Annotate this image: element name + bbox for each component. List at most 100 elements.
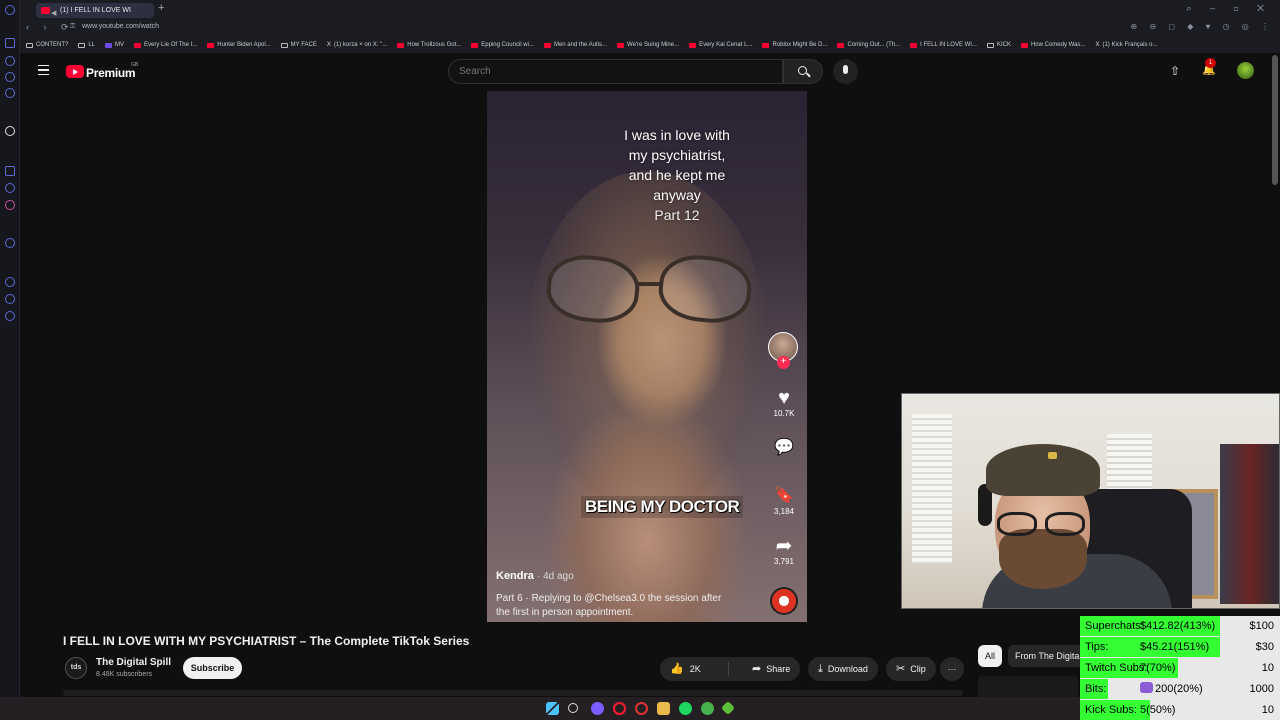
voice-search-button[interactable]: [833, 59, 858, 84]
bookmark-item[interactable]: CONTENT?: [26, 42, 68, 48]
url-field[interactable]: www.youtube.com/watch: [82, 23, 159, 30]
more-actions-button[interactable]: ···: [940, 657, 964, 681]
messenger-app-icon[interactable]: [5, 183, 15, 193]
new-tab-button[interactable]: +: [158, 2, 164, 14]
clip-button[interactable]: ✂ Clip: [886, 657, 936, 681]
bookmark-label: Epping Council wi...: [481, 42, 534, 48]
bookmark-item[interactable]: Coming Out... (Th...: [837, 42, 900, 48]
menu-icon[interactable]: [38, 65, 49, 75]
obs-icon[interactable]: [635, 702, 648, 715]
more-icon: ···: [947, 664, 957, 674]
video-player[interactable]: I was in love with my psychiatrist, and …: [487, 91, 807, 622]
aria-icon[interactable]: [5, 126, 15, 136]
bookmark-item[interactable]: How Comedy Was...: [1020, 42, 1086, 48]
instagram-icon[interactable]: [5, 200, 15, 210]
settings-icon[interactable]: [5, 311, 15, 321]
bookmark-label: KICK: [996, 42, 1011, 48]
home-icon[interactable]: [5, 38, 15, 48]
like-count: 2K: [689, 664, 701, 674]
upload-icon[interactable]: ⇧: [1170, 64, 1180, 78]
window-controls[interactable]: ⌕ – ◻ ✕: [1186, 3, 1272, 14]
xbox-icon[interactable]: [701, 702, 714, 715]
donation-row: Superchats: $412.82(413%) $100: [1080, 616, 1280, 636]
taskbar-search-icon[interactable]: [568, 703, 578, 713]
bookmark-item[interactable]: Every Kai Cenat L...: [689, 42, 752, 48]
messenger-icon[interactable]: [5, 72, 15, 82]
lock-icon[interactable]: ⚿: [70, 23, 75, 31]
music-disc-icon: [770, 587, 798, 615]
bookmark-label: Hunter Biden Apol...: [217, 42, 271, 48]
app-icon-1[interactable]: [591, 702, 604, 715]
purple-icon: [105, 42, 113, 48]
notification-badge: 1: [1205, 58, 1216, 68]
tiktok-like: ♥ 10.7K: [767, 387, 801, 418]
speaker-icon[interactable]: ◀: [51, 6, 56, 18]
app-icon-green[interactable]: [720, 700, 736, 716]
opera-icon[interactable]: [613, 702, 626, 715]
bookmarks-icon[interactable]: [5, 88, 15, 98]
bookmark-item[interactable]: Epping Council wi...: [471, 42, 534, 48]
donation-goal: 1000: [1249, 683, 1274, 695]
folder-icon: [26, 42, 33, 48]
bookmark-item[interactable]: LL: [78, 42, 95, 48]
share-arrow-icon: ➦: [775, 535, 793, 557]
active-tab[interactable]: ◀ (1) I FELL IN LOVE WI: [36, 3, 154, 18]
address-bar-tools[interactable]: ⊕ ⊖ ◻ ◆ ♥ ◷ ◎ ⋮: [1131, 22, 1274, 31]
bookmarks-bar: CONTENT? LL MV Every Lie Of The I... Hunter …: [20, 37, 1280, 53]
bookmark-item[interactable]: KICK: [986, 42, 1011, 48]
taskbar: [0, 697, 1080, 720]
avatar[interactable]: [1237, 62, 1254, 79]
tab-bar: ◀ (1) I FELL IN LOVE WI + ⌕ – ◻ ✕: [20, 0, 1280, 20]
heart-icon: ♥: [778, 387, 790, 409]
workspace-icon[interactable]: [5, 56, 15, 66]
video-title: I FELL IN LOVE WITH MY PSYCHIATRIST – Th…: [63, 634, 470, 648]
donation-row: Kick Subs: 5(50%) 10: [1080, 700, 1280, 720]
spotify-icon[interactable]: [679, 702, 692, 715]
search-input[interactable]: [449, 60, 782, 83]
subscriber-count: 8.48K subscribers: [96, 671, 153, 678]
youtube-header: Premium GB ⇧ 🔔 1: [20, 53, 1270, 91]
player-icon[interactable]: [5, 238, 15, 248]
page-scrollbar[interactable]: [1272, 55, 1278, 185]
bookmark-item[interactable]: Hunter Biden Apol...: [207, 42, 271, 48]
start-menu-icon[interactable]: [546, 702, 559, 715]
bookmark-item[interactable]: We're Suing Mine...: [617, 42, 679, 48]
chip-all[interactable]: All: [978, 645, 1003, 667]
bookmark-item[interactable]: X (1) korza × on X: "...: [327, 42, 387, 48]
bookmark-item[interactable]: Men and the Autis...: [543, 42, 607, 48]
chip-from-channel[interactable]: From The Digital: [1008, 645, 1089, 667]
opera-logo-icon[interactable]: [5, 5, 15, 15]
donation-value-text: 7(70%): [1140, 662, 1176, 674]
bookmark-label: Coming Out... (Th...: [847, 42, 901, 48]
history-icon[interactable]: [5, 277, 15, 287]
bookmark-item[interactable]: X (1) Kick Français o...: [1095, 42, 1157, 48]
bookmark-item[interactable]: How Trollzous Got...: [397, 42, 461, 48]
discord-icon[interactable]: [5, 166, 15, 176]
bookmark-item[interactable]: MV: [105, 42, 124, 48]
youtube-icon: [471, 42, 479, 48]
channel-avatar[interactable]: tds: [65, 657, 87, 679]
file-explorer-icon[interactable]: [657, 702, 670, 715]
youtube-brand[interactable]: Premium: [86, 66, 136, 80]
youtube-logo-icon[interactable]: [66, 65, 84, 78]
subscribe-button[interactable]: Subscribe: [183, 657, 242, 679]
folder-icon: [280, 42, 288, 48]
bookmark-label: How Comedy Was...: [1030, 42, 1086, 48]
download-button[interactable]: ⤓ Download: [808, 657, 878, 681]
downloads-icon[interactable]: [5, 294, 15, 304]
navigation-buttons[interactable]: ‹ › ⟳: [26, 22, 75, 33]
like-button[interactable]: 👍 2K: [660, 662, 730, 676]
bookmark-item[interactable]: Roblox Might Be D...: [762, 42, 827, 48]
channel-name[interactable]: The Digital Spill: [96, 657, 171, 668]
related-video-thumbnail[interactable]: [978, 676, 1078, 698]
bookmark-label: Roblox Might Be D...: [772, 42, 828, 48]
bookmark-label: MV: [115, 42, 125, 48]
search-button[interactable]: [783, 59, 823, 84]
share-icon: ➦: [752, 663, 762, 675]
bookmark-item[interactable]: MY FACE: [280, 42, 317, 48]
bookmark-item[interactable]: I FELL IN LOVE WI...: [910, 42, 977, 48]
share-button[interactable]: ➦ Share: [742, 657, 801, 681]
donation-label: Tips:: [1085, 641, 1109, 653]
bookmark-item[interactable]: Every Lie Of The I...: [134, 42, 197, 48]
youtube-icon: [617, 42, 625, 48]
